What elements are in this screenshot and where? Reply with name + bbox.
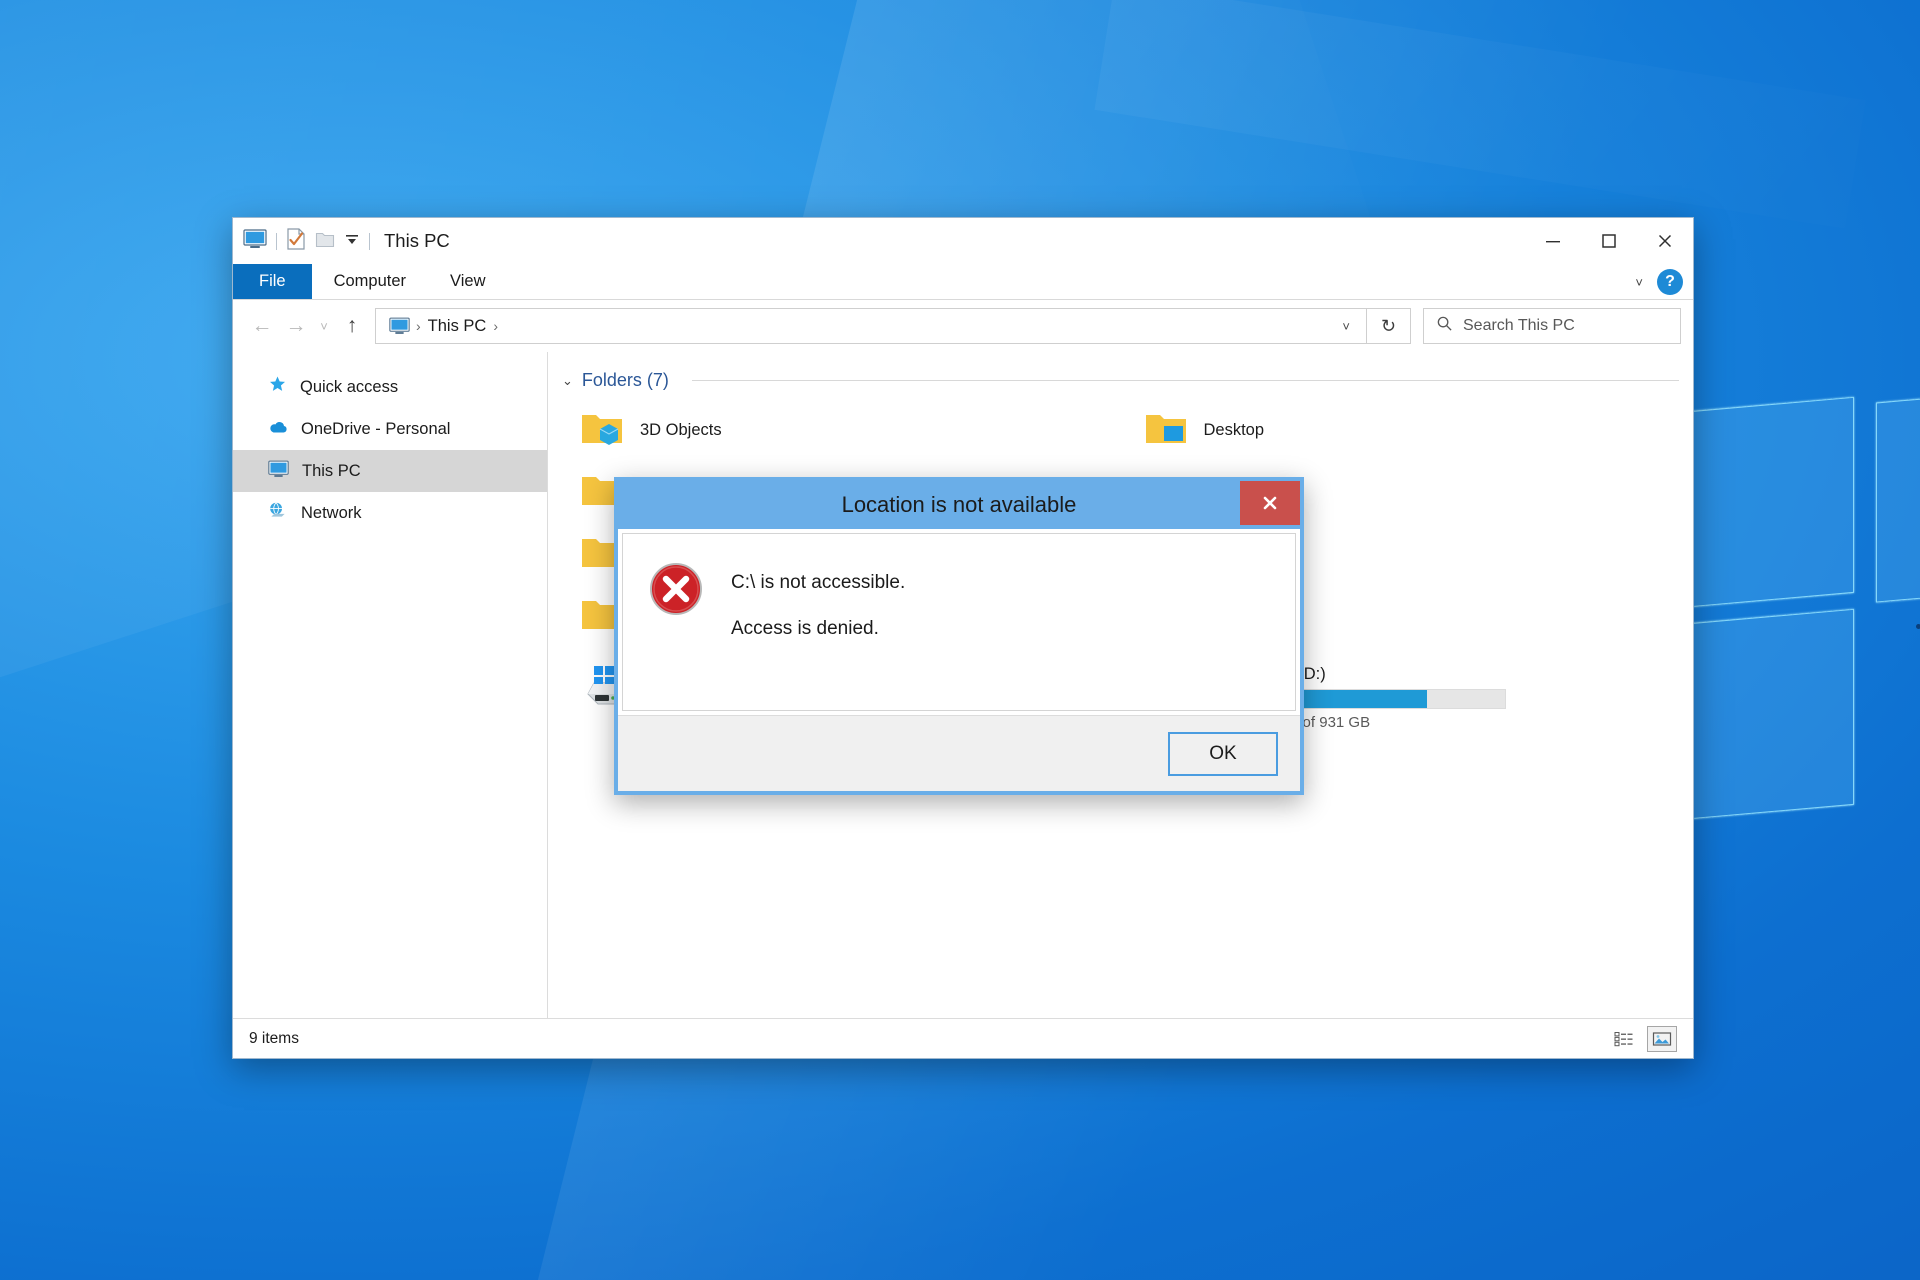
navigation-pane: Quick access OneDrive - Personal This PC… bbox=[233, 352, 548, 1018]
dialog-title-bar: Location is not available bbox=[618, 481, 1300, 529]
sidebar-item-this-pc[interactable]: This PC bbox=[233, 450, 547, 492]
new-folder-icon[interactable] bbox=[315, 229, 335, 254]
wallpaper-pane bbox=[1876, 389, 1920, 603]
window-title: This PC bbox=[384, 230, 450, 251]
refresh-button[interactable]: ↻ bbox=[1367, 308, 1411, 344]
maximize-button[interactable] bbox=[1581, 218, 1637, 264]
dialog-message-primary: C:\ is not accessible. bbox=[731, 572, 906, 593]
group-rule bbox=[691, 380, 1679, 381]
back-button[interactable]: ← bbox=[245, 309, 279, 343]
breadcrumb-separator[interactable]: › bbox=[491, 318, 500, 334]
sidebar-item-label: This PC bbox=[302, 461, 361, 480]
dialog-footer: OK bbox=[618, 715, 1300, 791]
minimize-button[interactable] bbox=[1525, 218, 1581, 264]
search-box[interactable]: Search This PC bbox=[1423, 308, 1681, 344]
sidebar-item-quick-access[interactable]: Quick access bbox=[233, 366, 547, 408]
sidebar-item-onedrive[interactable]: OneDrive - Personal bbox=[233, 408, 547, 450]
address-bar[interactable]: › This PC › ˅ bbox=[375, 308, 1367, 344]
status-bar: 9 items bbox=[233, 1018, 1693, 1058]
properties-icon[interactable] bbox=[286, 227, 306, 255]
breadcrumb-this-pc-icon[interactable] bbox=[385, 317, 414, 335]
toolbar-divider bbox=[276, 232, 277, 250]
view-toggle-group bbox=[1609, 1025, 1677, 1052]
wallpaper-speck bbox=[1916, 624, 1920, 629]
folders-group-label: Folders (7) bbox=[581, 370, 669, 390]
customize-dropdown-icon[interactable] bbox=[344, 232, 360, 251]
network-icon bbox=[268, 501, 288, 525]
folder-desktop-icon bbox=[1144, 409, 1188, 452]
recent-locations-button[interactable]: ˅ bbox=[313, 309, 335, 343]
cloud-icon bbox=[268, 419, 288, 440]
address-dropdown-icon[interactable]: ˅ bbox=[1332, 319, 1360, 334]
folder-tile[interactable]: Desktop bbox=[1130, 399, 1694, 461]
quick-access-toolbar bbox=[243, 227, 370, 255]
tab-view[interactable]: View bbox=[428, 264, 507, 299]
details-view-button[interactable] bbox=[1609, 1026, 1639, 1052]
pin-star-icon bbox=[268, 375, 287, 399]
close-button[interactable] bbox=[1637, 218, 1693, 264]
error-dialog: Location is not available C:\ is not acc… bbox=[614, 477, 1304, 795]
sidebar-item-network[interactable]: Network bbox=[233, 492, 547, 534]
chevron-down-icon[interactable]: ⌄ bbox=[562, 373, 573, 389]
help-icon[interactable]: ? bbox=[1657, 269, 1683, 295]
ribbon-tabs: File Computer View ˅ ? bbox=[233, 264, 1693, 300]
up-button[interactable]: ↑ bbox=[335, 309, 369, 343]
dialog-messages: C:\ is not accessible. Access is denied. bbox=[731, 562, 905, 640]
address-bar-row: ← → ˅ ↑ › This PC › ˅ ↻ Search This PC bbox=[233, 300, 1693, 352]
sidebar-item-label: Quick access bbox=[300, 377, 399, 396]
toolbar-divider bbox=[369, 232, 370, 250]
sidebar-item-label: Network bbox=[301, 503, 362, 522]
ribbon-right-controls: ˅ ? bbox=[1635, 264, 1683, 300]
window-controls bbox=[1525, 218, 1693, 264]
item-count-label: 9 items bbox=[249, 1029, 299, 1047]
folder-label: 3D Objects bbox=[640, 420, 722, 439]
folder-label: Desktop bbox=[1203, 420, 1265, 439]
sidebar-item-label: OneDrive - Personal bbox=[301, 419, 451, 438]
wallpaper-pane bbox=[1690, 396, 1854, 608]
tab-computer[interactable]: Computer bbox=[312, 264, 428, 299]
ok-button[interactable]: OK bbox=[1168, 731, 1278, 776]
title-bar: This PC bbox=[233, 218, 1693, 264]
breadcrumb-separator: › bbox=[416, 318, 421, 334]
tab-file[interactable]: File bbox=[233, 264, 312, 299]
dialog-body: C:\ is not accessible. Access is denied. bbox=[622, 533, 1296, 711]
search-icon bbox=[1436, 315, 1453, 337]
dialog-message-secondary: Access is denied. bbox=[731, 618, 879, 639]
folders-group-header[interactable]: ⌄ Folders (7) bbox=[548, 352, 1693, 391]
dialog-title: Location is not available bbox=[841, 492, 1077, 517]
search-input[interactable]: Search This PC bbox=[1463, 317, 1575, 335]
this-pc-icon[interactable] bbox=[243, 228, 267, 254]
forward-button[interactable]: → bbox=[279, 309, 313, 343]
large-icons-view-button[interactable] bbox=[1647, 1025, 1677, 1052]
breadcrumb-item[interactable]: This PC bbox=[423, 317, 492, 336]
folder-tile[interactable]: 3D Objects bbox=[566, 399, 1130, 461]
monitor-icon bbox=[268, 460, 289, 483]
chevron-down-icon[interactable]: ˅ bbox=[1635, 275, 1643, 290]
dialog-close-button[interactable] bbox=[1240, 481, 1300, 525]
wallpaper-pane bbox=[1690, 608, 1854, 820]
error-icon bbox=[649, 562, 703, 621]
folder-3d-objects-icon bbox=[580, 409, 624, 452]
